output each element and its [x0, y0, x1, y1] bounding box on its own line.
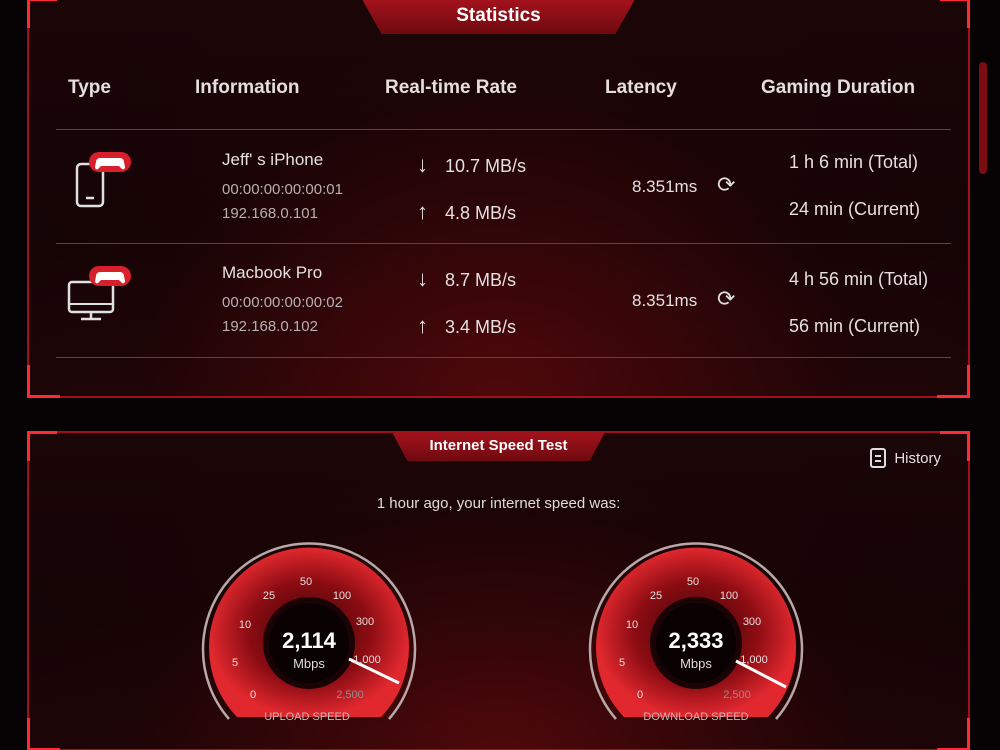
duration-current: 24 min (Current)	[789, 199, 921, 219]
history-label: History	[894, 449, 941, 467]
monitor-icon	[67, 266, 131, 321]
scale-label: 300	[356, 616, 374, 628]
scale-label: 10	[239, 619, 251, 631]
arrow-down-icon: ↓	[417, 152, 428, 177]
speed-caption: 1 hour ago, your internet speed was:	[376, 495, 621, 512]
arrow-up-icon: ↑	[417, 313, 428, 338]
panel-corner	[940, 0, 970, 28]
statistics-panel: Statistics Type Information Real-time Ra…	[27, 0, 987, 398]
column-information: Information	[195, 77, 300, 98]
scale-label: 100	[720, 590, 738, 602]
upload-value: 2,114	[282, 628, 337, 653]
device-ip: 192.168.0.101	[222, 205, 318, 222]
row-divider	[56, 357, 951, 358]
scale-label: 0	[637, 689, 643, 701]
upload-value: 3.4 MB/s	[445, 317, 517, 337]
column-latency: Latency	[605, 77, 677, 98]
history-button[interactable]: History	[870, 448, 941, 468]
speed-test-title: Internet Speed Test	[392, 433, 605, 461]
latency-value: 8.351ms	[632, 177, 698, 196]
panel-corner	[27, 0, 57, 28]
upload-label: UPLOAD SPEED	[264, 711, 350, 723]
device-mac: 00:00:00:00:00:01	[222, 181, 343, 198]
download-gauge: 0 5 10 25 50 100 300 1,000 2,500 2,333 M…	[588, 542, 804, 723]
scale-label: 300	[743, 616, 761, 628]
device-ip: 192.168.0.102	[222, 318, 318, 335]
scale-label: 10	[626, 619, 638, 631]
scale-label: 50	[687, 576, 699, 588]
download-rate: ↓ 10.7 MB/s	[417, 152, 526, 178]
upload-rate: ↑ 4.8 MB/s	[417, 199, 516, 225]
scale-label: 2,500	[723, 689, 751, 701]
device-name: Macbook Pro	[222, 263, 323, 282]
download-rate: ↓ 8.7 MB/s	[417, 266, 516, 292]
duration-total: 1 h 6 min (Total)	[789, 152, 919, 172]
scale-label: 2,500	[336, 689, 364, 701]
table-row[interactable]: Jeff' s iPhone 00:00:00:00:00:01 192.168…	[29, 130, 968, 244]
speed-test-panel: Internet Speed Test History 1 hour ago, …	[27, 431, 970, 750]
arrow-up-icon: ↑	[417, 199, 428, 224]
scale-label: 25	[263, 590, 275, 602]
upload-gauge: 0 5 10 25 50 100 300 1,000 2,500 2,114 M…	[201, 542, 417, 723]
column-gaming-duration: Gaming Duration	[761, 77, 916, 98]
column-rate: Real-time Rate	[385, 77, 517, 98]
scale-label: 0	[250, 689, 256, 701]
device-mac: 00:00:00:00:00:02	[222, 294, 343, 311]
history-icon	[870, 448, 887, 468]
statistics-title: Statistics	[362, 0, 635, 34]
scale-label: 25	[650, 590, 662, 602]
scale-label: 50	[300, 576, 312, 588]
panel-corner	[940, 431, 970, 461]
duration-current: 56 min (Current)	[789, 316, 921, 336]
duration-total: 4 h 56 min (Total)	[789, 269, 929, 289]
download-value: 10.7 MB/s	[445, 156, 527, 176]
column-type: Type	[68, 77, 111, 98]
scale-label: 5	[232, 657, 238, 669]
upload-unit: Mbps	[293, 656, 325, 671]
arrow-down-icon: ↓	[417, 266, 428, 291]
table-row[interactable]: Macbook Pro 00:00:00:00:00:02 192.168.0.…	[29, 244, 968, 358]
scrollbar[interactable]	[979, 62, 987, 174]
upload-value: 4.8 MB/s	[445, 203, 517, 223]
upload-rate: ↑ 3.4 MB/s	[417, 313, 516, 339]
phone-icon	[75, 152, 131, 208]
scale-label: 5	[619, 657, 625, 669]
refresh-icon[interactable]: ⟳	[717, 286, 735, 312]
scale-label: 1,000	[740, 654, 768, 666]
scale-label: 100	[333, 590, 351, 602]
device-name: Jeff' s iPhone	[222, 150, 324, 169]
download-value: 8.7 MB/s	[445, 270, 517, 290]
latency-value: 8.351ms	[632, 291, 698, 310]
refresh-icon[interactable]: ⟳	[717, 172, 735, 198]
download-unit: Mbps	[680, 656, 712, 671]
download-value: 2,333	[668, 628, 723, 653]
panel-corner	[27, 431, 57, 461]
download-label: DOWNLOAD SPEED	[643, 711, 748, 723]
scale-label: 1,000	[353, 654, 381, 666]
